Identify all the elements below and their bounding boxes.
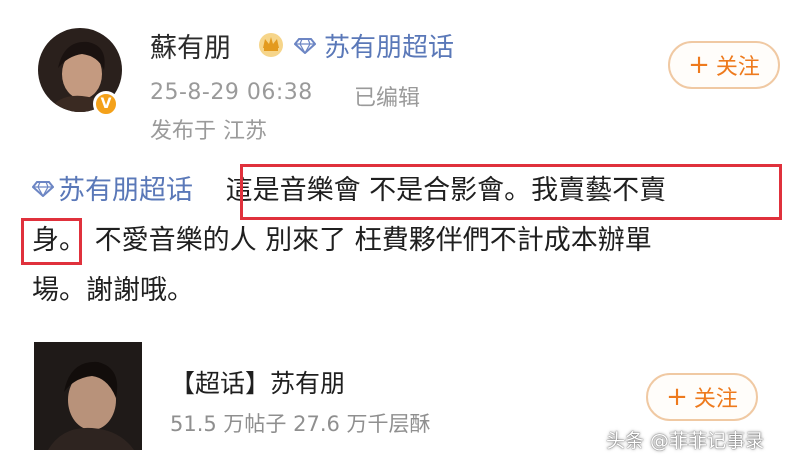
- post-supertopic-tag[interactable]: 苏有朋超话: [32, 175, 193, 206]
- username[interactable]: 蘇有朋: [150, 26, 231, 65]
- supertopic-card-stats: 51.5 万帖子 27.6 万千层酥: [170, 412, 431, 436]
- follow-button-label: 关注: [715, 55, 760, 80]
- verified-v-icon: V: [93, 91, 119, 117]
- card-photo: [34, 342, 142, 450]
- post-tag-label: 苏有朋超话: [58, 175, 193, 206]
- supertopic-link[interactable]: 苏有朋超话: [324, 27, 454, 64]
- supertopic-diamond-icon: [32, 181, 54, 197]
- plus-icon: +: [688, 50, 710, 80]
- supertopic-diamond-icon: [294, 38, 316, 54]
- follow-button[interactable]: + 关注: [668, 41, 780, 89]
- highlight-box: [21, 218, 82, 265]
- plus-icon: +: [666, 382, 688, 412]
- supertopic-card-title[interactable]: 【超话】苏有朋: [170, 364, 345, 400]
- follow-button-label: 关注: [693, 387, 738, 412]
- highlight-box: [240, 164, 782, 220]
- post-location: 发布于 江苏: [150, 119, 267, 144]
- supertopic-card-image[interactable]: [34, 342, 142, 450]
- post-timestamp: 25-8-29 06:38: [150, 80, 313, 105]
- crown-badge-icon[interactable]: [257, 30, 285, 58]
- edited-label[interactable]: 已编辑: [354, 80, 420, 112]
- post-text-line-3: 場。謝謝哦。: [32, 275, 194, 306]
- post-text-line-2: 身。 不愛音樂的人 別來了 枉費夥伴們不計成本辦單: [32, 218, 652, 257]
- post-text: 不愛音樂的人 別來了 枉費夥伴們不計成本辦單: [94, 225, 652, 256]
- watermark: 头条 @菲菲记事录: [606, 430, 765, 452]
- follow-supertopic-button[interactable]: + 关注: [646, 373, 758, 421]
